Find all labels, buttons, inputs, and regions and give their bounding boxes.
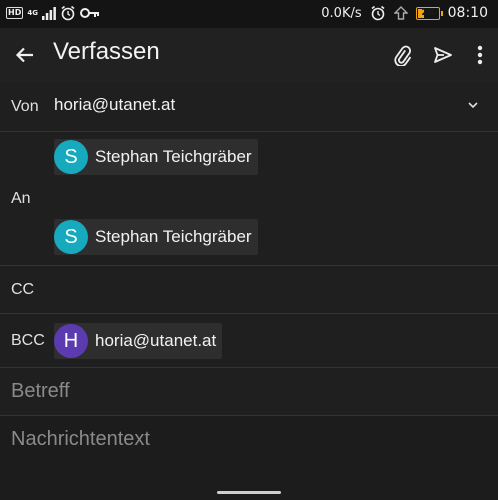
cc-label: CC — [11, 281, 35, 298]
status-bar: HD 4G 0.0K/s 28 08:10 — [0, 0, 498, 28]
cc-row[interactable]: CC — [0, 266, 498, 314]
battery-percent: 28 — [421, 7, 434, 18]
battery-icon: 28 — [415, 6, 443, 20]
app-bar: Verfassen — [0, 28, 498, 82]
hd-voice-icon: HD — [6, 7, 24, 19]
from-label: Von — [11, 98, 39, 115]
overflow-menu-button[interactable] — [466, 41, 494, 69]
bcc-label: BCC — [11, 332, 45, 349]
more-vert-icon — [477, 45, 483, 65]
recipient-name: Stephan Teichgräber — [95, 147, 252, 166]
send-button[interactable] — [429, 41, 457, 69]
recipient-chip[interactable]: S Stephan Teichgräber — [54, 139, 258, 175]
paperclip-icon — [394, 45, 412, 66]
alarm-icon — [371, 5, 385, 21]
key-icon — [79, 8, 99, 18]
page-title: Verfassen — [53, 38, 160, 65]
to-row[interactable]: An S Stephan Teichgräber S Stephan Teich… — [0, 132, 498, 266]
send-icon — [434, 47, 452, 63]
chevron-down-icon[interactable] — [466, 98, 480, 112]
compose-form: Von horia@utanet.at An S Stephan Teichgr… — [0, 82, 498, 496]
recipient-avatar: H — [54, 324, 88, 358]
from-account-select[interactable]: horia@utanet.at — [54, 95, 175, 115]
body-placeholder: Nachrichtentext — [11, 428, 150, 450]
recipient-name: Stephan Teichgräber — [95, 227, 252, 246]
bcc-row[interactable]: BCC H horia@utanet.at — [0, 314, 498, 368]
to-label: An — [11, 190, 31, 207]
network-type-label: 4G — [27, 9, 38, 17]
recipient-chip[interactable]: S Stephan Teichgräber — [54, 219, 258, 255]
recipient-avatar: S — [54, 220, 88, 254]
attach-button[interactable] — [388, 41, 416, 69]
arrow-back-icon — [15, 47, 33, 63]
subject-placeholder: Betreff — [11, 380, 70, 402]
from-row[interactable]: Von horia@utanet.at — [0, 82, 498, 132]
recipient-chip[interactable]: H horia@utanet.at — [54, 323, 223, 359]
status-left-icons: HD 4G — [6, 5, 100, 21]
gesture-nav-handle[interactable] — [217, 491, 281, 494]
network-speed: 0.0K/s — [321, 5, 362, 21]
subject-field[interactable]: Betreff — [0, 368, 498, 416]
status-right-icons: 0.0K/s 28 08:10 — [321, 5, 488, 21]
battery-cap — [440, 10, 443, 16]
alarm-icon — [61, 5, 75, 21]
recipient-name: horia@utanet.at — [95, 331, 217, 350]
signal-icon — [41, 6, 56, 20]
back-button[interactable] — [12, 42, 38, 68]
body-field[interactable]: Nachrichtentext — [0, 416, 498, 496]
recipient-avatar: S — [54, 140, 88, 174]
clock: 08:10 — [447, 5, 488, 21]
upload-arrow-icon — [393, 6, 408, 20]
